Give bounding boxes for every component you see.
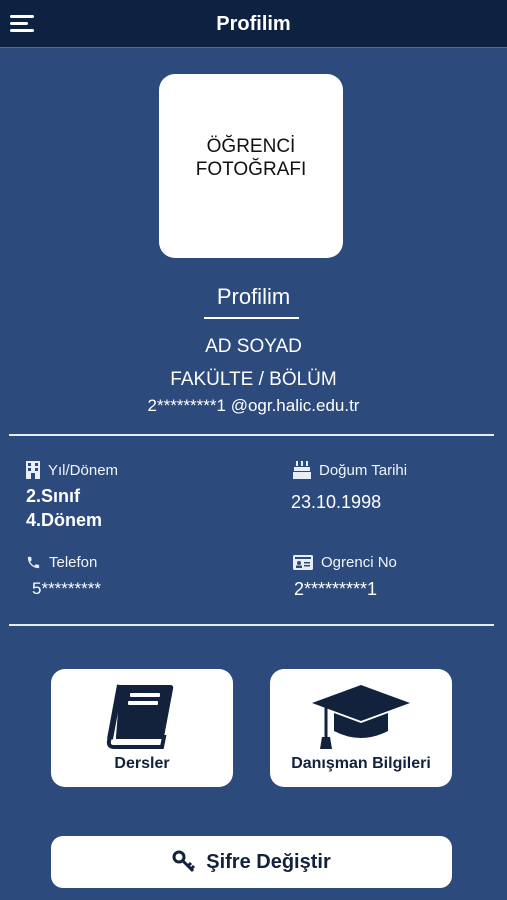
building-icon	[26, 461, 40, 479]
title-underline	[204, 317, 299, 319]
birth-date-value: 23.10.1998	[291, 492, 382, 512]
year-term-label: Yıl/Dönem	[48, 461, 119, 479]
page-title: Profilim	[216, 13, 291, 35]
id-card-icon	[293, 555, 313, 570]
year-value: 2.Sınıf	[26, 486, 81, 506]
courses-button[interactable]: Dersler	[51, 669, 233, 787]
book-icon	[106, 684, 174, 749]
divider-bottom	[9, 624, 494, 626]
student-email: 2*********1 @ogr.halic.edu.tr	[147, 396, 360, 415]
profile-section-title: Profilim	[216, 284, 291, 309]
year-term-label-row: Yıl/Dönem	[26, 461, 118, 479]
student-no-label: Ogrenci No	[321, 554, 397, 571]
phone-label: Telefon	[49, 554, 98, 571]
graduation-cap-icon	[312, 685, 410, 749]
change-password-label: Şifre Değiştir	[206, 850, 331, 873]
birth-date-label: Doğum Tarihi	[319, 461, 408, 479]
student-no-label-row: Ogrenci No	[293, 554, 397, 571]
top-bar: Profilim	[0, 0, 507, 48]
phone-label-row: Telefon	[26, 554, 97, 571]
photo-placeholder-text: ÖĞRENCİ FOTOĞRAFI	[195, 136, 307, 180]
birth-date-label-row: Doğum Tarihi	[293, 461, 407, 479]
student-name: AD SOYAD	[205, 336, 302, 357]
divider-top	[9, 434, 494, 436]
phone-value: 5*********	[32, 579, 101, 598]
key-icon	[172, 850, 196, 873]
student-photo: ÖĞRENCİ FOTOĞRAFI	[159, 74, 343, 258]
change-password-button[interactable]: Şifre Değiştir	[51, 836, 452, 888]
phone-icon	[27, 556, 40, 569]
student-no-value: 2*********1	[294, 579, 378, 599]
student-faculty: FAKÜLTE / BÖLÜM	[170, 369, 337, 390]
term-value: 4.Dönem	[26, 510, 103, 530]
advisor-info-button[interactable]: Danışman Bilgileri	[270, 669, 452, 787]
cake-icon	[293, 461, 311, 479]
courses-label: Dersler	[114, 755, 170, 772]
advisor-info-label: Danışman Bilgileri	[291, 755, 431, 772]
